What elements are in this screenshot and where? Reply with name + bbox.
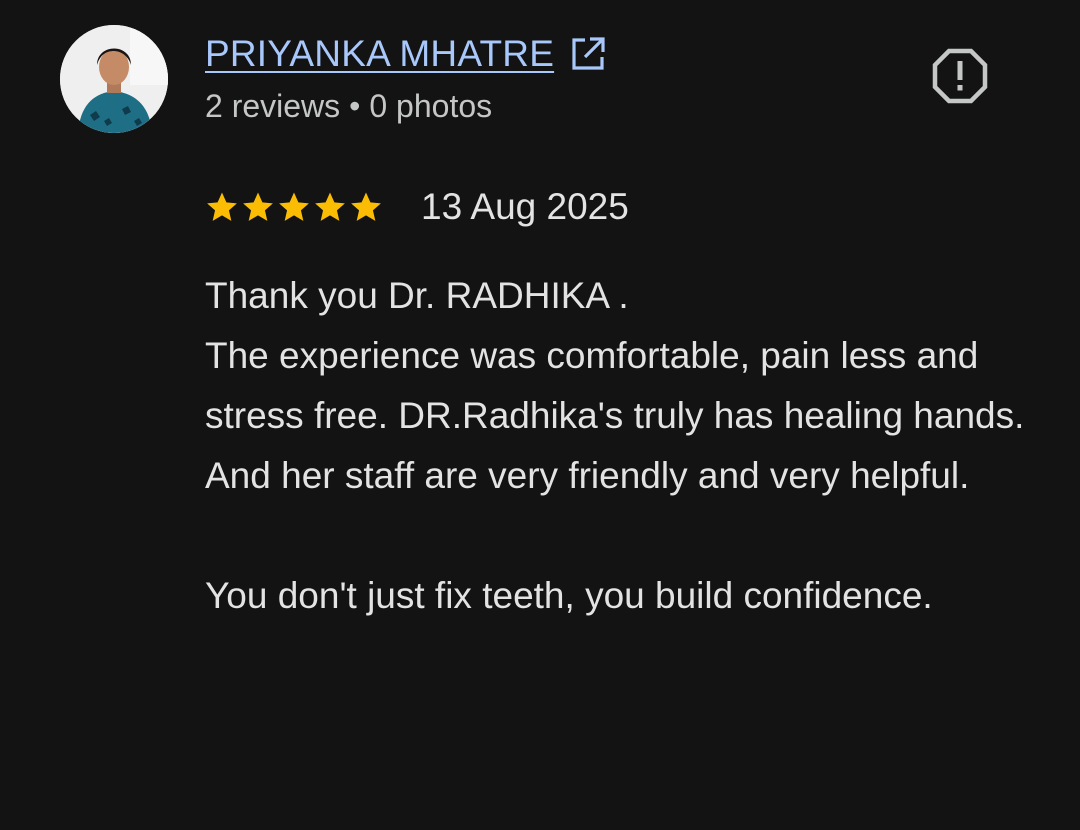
review-line: The experience was comfortable, pain les… [205, 335, 1025, 436]
review-line: And her staff are very friendly and very… [205, 455, 970, 496]
reviews-count: 2 reviews [205, 88, 341, 124]
review-text: Thank you Dr. RADHIKA . The experience wa… [205, 266, 1035, 626]
review-date: 13 Aug 2025 [421, 186, 629, 227]
report-icon[interactable] [930, 46, 990, 106]
review-line: You don't just fix teeth, you build conf… [205, 575, 933, 616]
review-line [205, 506, 1035, 566]
photos-count: 0 photos [369, 88, 493, 124]
reviewer-stats: 2 reviews • 0 photos [205, 88, 492, 125]
star-rating [205, 190, 383, 224]
star-icon [351, 192, 381, 221]
star-icon [315, 192, 345, 221]
meta-separator: • [349, 88, 361, 124]
avatar-image [60, 25, 168, 133]
star-icon [279, 192, 309, 221]
avatar[interactable] [60, 25, 168, 133]
open-in-new-icon[interactable] [568, 34, 608, 74]
star-icon [243, 192, 273, 221]
rating-row: 13 Aug 2025 [205, 184, 629, 230]
reviewer-name-row: PRIYANKA MHATRE [205, 30, 608, 78]
review-line: Thank you Dr. RADHIKA . [205, 275, 629, 316]
star-icon [207, 192, 237, 221]
reviewer-name-link[interactable]: PRIYANKA MHATRE [205, 33, 554, 75]
